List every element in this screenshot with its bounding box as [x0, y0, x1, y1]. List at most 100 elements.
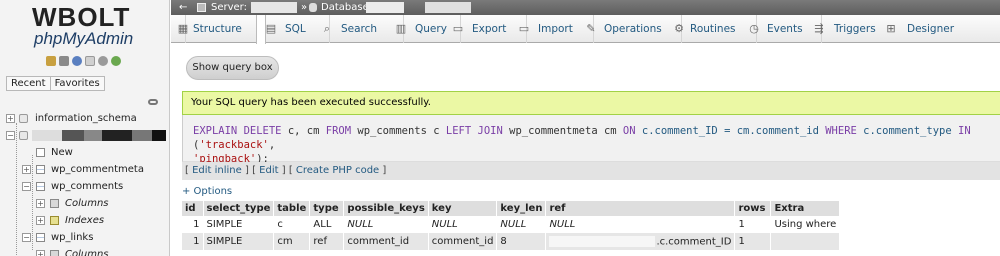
sql-action-links: [ Edit inline ] [ Edit ] [ Create PHP co…	[182, 162, 1000, 180]
sql-keyword: IN	[958, 125, 971, 137]
recent-tab[interactable]: Recent	[6, 76, 51, 91]
expand-icon[interactable]: +	[22, 165, 31, 174]
tab-label: Structure	[193, 23, 242, 35]
column-header[interactable]: key	[428, 201, 498, 216]
sql-keyword: ON	[622, 125, 636, 137]
expand-icon[interactable]: +	[36, 216, 45, 225]
column-header[interactable]: key_len	[496, 201, 547, 216]
sql-keyword: LEFT JOIN	[445, 125, 503, 137]
table-cell: comment_id	[428, 233, 498, 250]
tree-item-columns[interactable]: + Columns	[6, 195, 168, 212]
tree-item-information-schema[interactable]: + information_schema	[6, 110, 168, 127]
tree-label: wp_commentmeta	[51, 164, 144, 175]
column-header[interactable]: ref	[545, 201, 736, 216]
collapse-icon[interactable]: −	[22, 233, 31, 242]
tree-label: New	[51, 147, 73, 158]
tab-operations[interactable]: ✎ Operations	[585, 15, 662, 43]
nav-tabs: Recent Favorites	[6, 76, 105, 91]
column-header[interactable]: select_type	[203, 201, 275, 216]
tab-sql[interactable]: ▤ SQL	[256, 15, 306, 44]
expand-icon[interactable]: +	[6, 114, 15, 123]
search-icon: ⌕	[323, 22, 331, 35]
settings-icon[interactable]	[98, 56, 108, 66]
favorites-tab[interactable]: Favorites	[50, 76, 105, 91]
tab-import[interactable]: ▭ Import	[518, 15, 573, 43]
create-php-code-link[interactable]: Create PHP code	[296, 165, 379, 176]
tab-label: Triggers	[834, 23, 876, 35]
column-header[interactable]: possible_keys	[343, 201, 429, 216]
table-cell: ALL	[309, 216, 345, 233]
column-header[interactable]: table	[273, 201, 311, 216]
designer-icon: ⊞	[886, 22, 896, 35]
sql-icon: ▤	[265, 22, 277, 35]
tab-export[interactable]: ▭ Export	[452, 15, 506, 43]
tab-query[interactable]: ▥ Query	[395, 15, 447, 43]
column-header[interactable]: type	[309, 201, 345, 216]
export-icon: ▭	[452, 22, 464, 35]
bracket: ]	[382, 165, 387, 176]
collapse-icon[interactable]: −	[22, 182, 31, 191]
tab-events[interactable]: ◷ Events	[748, 15, 803, 43]
navigation-panel: WBOLT phpMyAdmin Recent Favorites + info…	[0, 0, 170, 256]
back-arrow-icon[interactable]: ←	[179, 0, 187, 15]
tab-triggers[interactable]: ⇶ Triggers	[813, 15, 876, 43]
tree-item-new[interactable]: New	[6, 144, 168, 161]
tree-item-wp-comments[interactable]: − wp_comments	[6, 178, 168, 195]
column-header[interactable]: id	[182, 201, 204, 216]
success-message: Your SQL query has been executed success…	[182, 91, 1000, 115]
edit-link[interactable]: Edit	[259, 165, 278, 176]
table-row: 1 SIMPLE c ALL NULL NULL NULL NULL 1 Usi…	[182, 216, 841, 233]
tab-label: Search	[341, 23, 378, 35]
collapse-icon[interactable]: −	[6, 131, 15, 140]
link-with-main-icon[interactable]	[148, 99, 158, 105]
sql-text: wp_comments c	[351, 125, 446, 137]
table-header-row: id select_type table type possible_keys …	[182, 201, 841, 216]
database-name-redacted	[425, 2, 471, 13]
edit-inline-link[interactable]: Edit inline	[192, 165, 242, 176]
tab-label: SQL	[285, 23, 306, 35]
table-cell: SIMPLE	[203, 233, 275, 250]
tab-routines[interactable]: ⚙ Routines	[673, 15, 736, 43]
server-name-redacted	[251, 2, 297, 13]
database-icon	[19, 114, 28, 123]
database-icon	[309, 3, 317, 12]
show-query-box-button[interactable]: Show query box	[186, 56, 279, 80]
operations-icon: ✎	[586, 22, 596, 35]
server-label[interactable]: Server:	[211, 0, 247, 15]
logout-icon[interactable]	[59, 56, 69, 66]
column-header[interactable]: Extra	[770, 201, 841, 216]
tab-search[interactable]: ⌕ Search	[321, 15, 377, 43]
new-table-icon	[36, 148, 45, 157]
sql-text: c, cm	[281, 125, 326, 137]
column-header[interactable]: rows	[734, 201, 772, 216]
tab-label: Query	[415, 23, 447, 35]
indexes-icon	[50, 216, 59, 225]
table-cell: cm	[273, 233, 311, 250]
tree-item-wp-commentmeta[interactable]: + wp_commentmeta	[6, 161, 168, 178]
tree-item-columns[interactable]: + Columns	[6, 246, 168, 256]
reload-icon[interactable]	[111, 56, 121, 66]
table-cell: c	[273, 216, 311, 233]
table-cell: ref	[309, 233, 345, 250]
routines-icon: ⚙	[674, 22, 684, 35]
nav-quick-icons	[46, 56, 121, 66]
help-icon[interactable]	[72, 56, 82, 66]
tab-structure[interactable]: ▦ Structure	[177, 15, 242, 43]
tree-item-current-database[interactable]: −	[6, 127, 168, 144]
logo[interactable]: WBOLT phpMyAdmin	[32, 4, 150, 48]
expand-icon[interactable]: +	[36, 199, 45, 208]
logo-brand: WBOLT	[32, 2, 131, 32]
table-cell: NULL	[496, 216, 547, 233]
home-icon[interactable]	[46, 56, 56, 66]
tree-item-wp-links[interactable]: − wp_links	[6, 229, 168, 246]
options-toggle[interactable]: + Options	[182, 186, 232, 197]
table-cell: SIMPLE	[203, 216, 275, 233]
tree-item-indexes[interactable]: + Indexes	[6, 212, 168, 229]
database-label[interactable]: Database:	[321, 0, 372, 15]
docs-icon[interactable]	[85, 56, 95, 66]
tree-label: Columns	[65, 198, 109, 209]
sql-text: c.comment_type	[856, 125, 958, 137]
bracket: ] [	[281, 165, 293, 176]
tab-designer[interactable]: ⊞ Designer	[885, 15, 954, 43]
expand-icon[interactable]: +	[36, 250, 45, 256]
